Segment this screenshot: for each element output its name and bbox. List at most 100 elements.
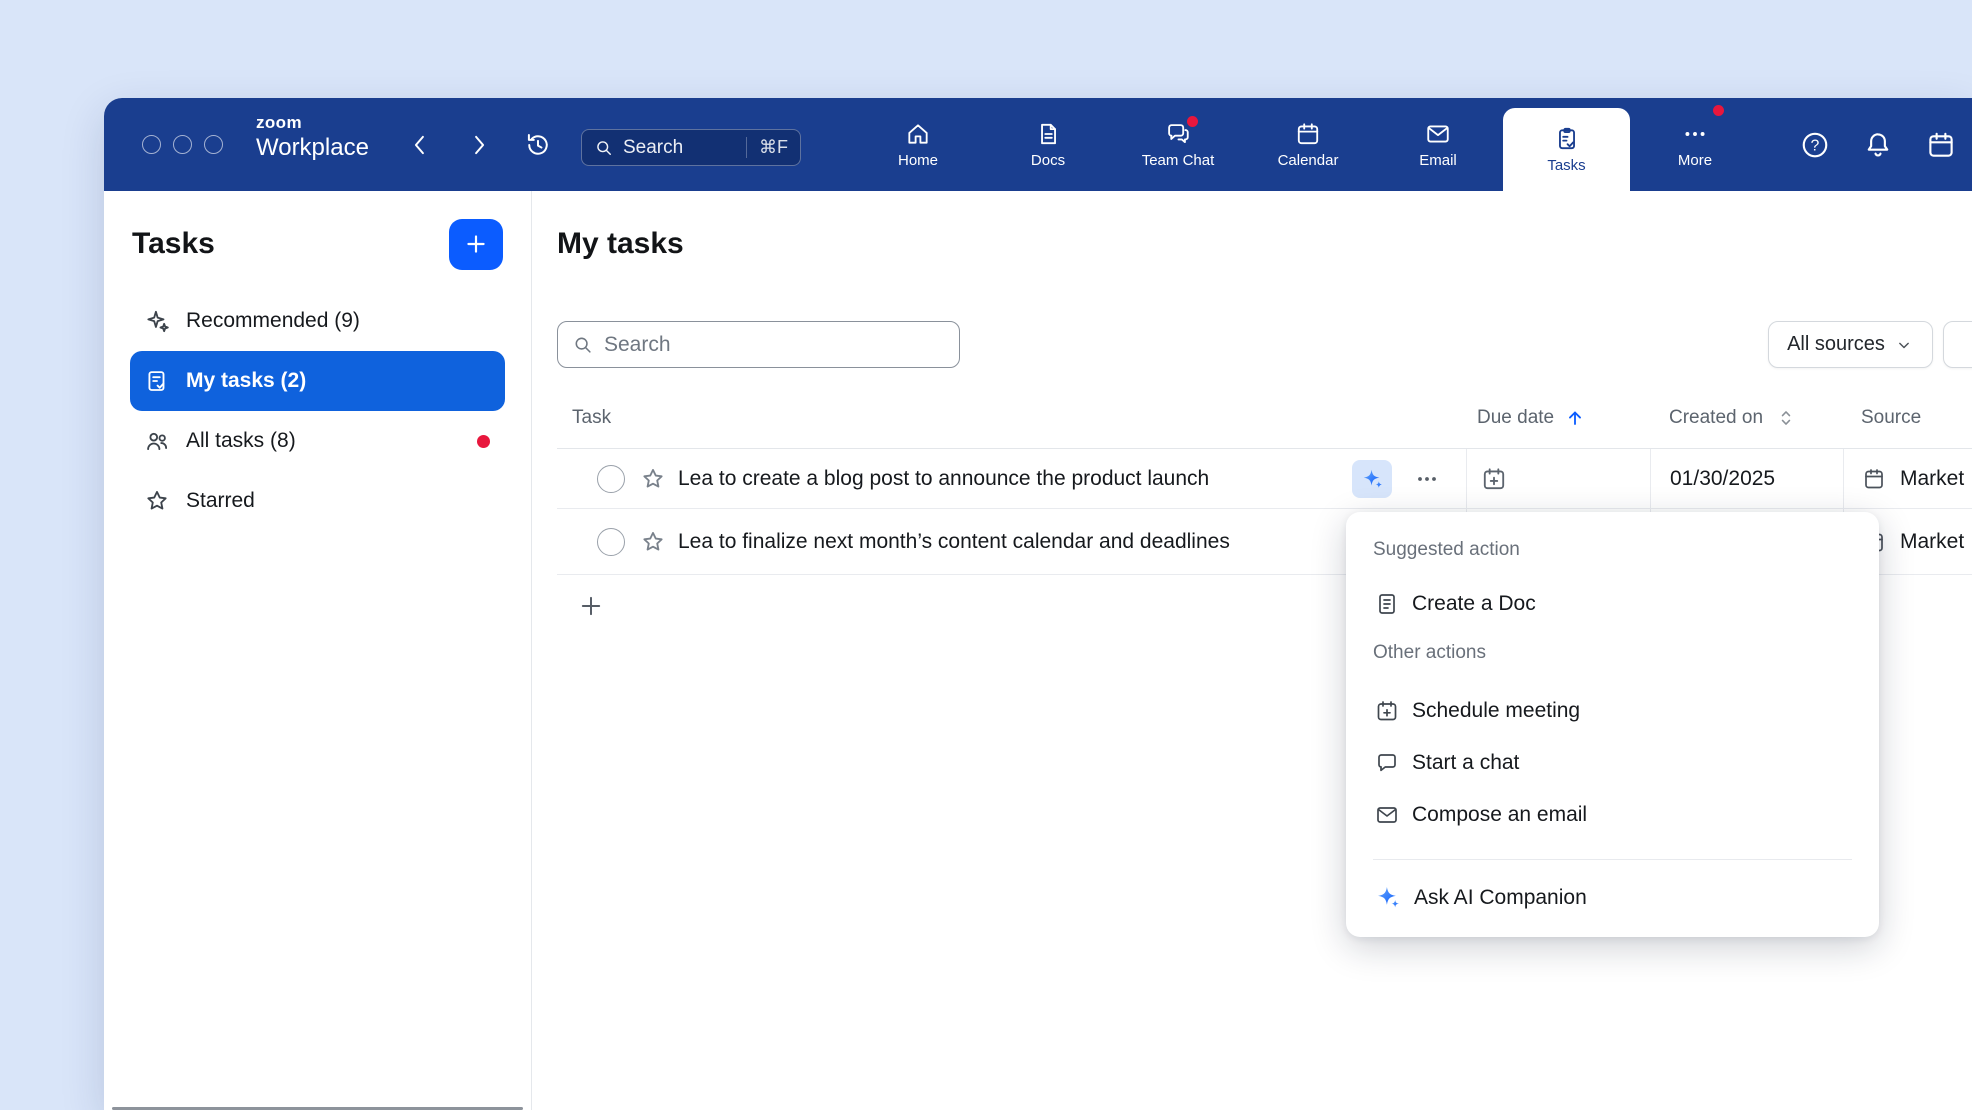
sidebar-item-label: Recommended (9) <box>186 309 360 333</box>
star-icon[interactable] <box>640 466 666 492</box>
row-more-actions-button[interactable] <box>1407 460 1447 498</box>
team-chat-badge <box>1187 116 1198 127</box>
star-icon <box>144 488 170 514</box>
sort-toggle-icon[interactable] <box>1775 407 1797 429</box>
calendar-quick-button[interactable] <box>1926 130 1956 160</box>
column-header-task[interactable]: Task <box>557 407 1466 429</box>
doc-icon <box>1375 592 1399 616</box>
calendar-icon <box>1295 121 1321 147</box>
logo-workplace-text: Workplace <box>256 136 369 160</box>
global-search[interactable]: Search ⌘F <box>581 129 801 166</box>
due-date-cell[interactable] <box>1466 449 1650 508</box>
history-button[interactable] <box>524 131 552 159</box>
column-header-due-date[interactable]: Due date <box>1466 407 1650 429</box>
task-title: Lea to finalize next month’s content cal… <box>678 530 1230 554</box>
ellipsis-icon <box>1415 467 1439 491</box>
window-close-button[interactable] <box>142 135 161 154</box>
calendar-plus-icon <box>1375 699 1399 723</box>
tasks-icon <box>1554 126 1580 152</box>
window-maximize-button[interactable] <box>204 135 223 154</box>
sidebar-item-starred[interactable]: Starred <box>130 471 505 531</box>
source-name: Market <box>1900 530 1964 554</box>
star-icon[interactable] <box>640 529 666 555</box>
column-header-source[interactable]: Source <box>1843 407 1972 429</box>
topbar-actions: ? <box>1800 98 1956 191</box>
notifications-bell-button[interactable] <box>1863 130 1893 160</box>
menu-item-start-chat[interactable]: Start a chat <box>1373 737 1852 789</box>
tab-home[interactable]: Home <box>853 98 983 191</box>
forward-button[interactable] <box>465 131 493 159</box>
clipped-filter-button[interactable] <box>1943 321 1972 368</box>
menu-item-label: Ask AI Companion <box>1414 886 1587 910</box>
chevron-down-icon <box>1894 335 1914 355</box>
task-search-input[interactable] <box>604 333 945 357</box>
plus-icon <box>463 231 489 257</box>
sources-filter-dropdown[interactable]: All sources <box>1768 321 1933 368</box>
help-button[interactable]: ? <box>1800 130 1830 160</box>
tab-docs[interactable]: Docs <box>983 98 1113 191</box>
page-title: My tasks <box>557 227 684 261</box>
sidebar-item-label: My tasks (2) <box>186 369 306 393</box>
menu-item-label: Compose an email <box>1412 803 1587 827</box>
sidebar-item-all-tasks[interactable]: All tasks (8) <box>130 411 505 471</box>
sidebar-title: Tasks <box>132 227 215 261</box>
sidebar-item-recommended[interactable]: Recommended (9) <box>130 291 505 351</box>
history-icon <box>524 131 552 159</box>
sparkle-icon <box>144 308 170 334</box>
window-minimize-button[interactable] <box>173 135 192 154</box>
task-cell: Lea to finalize next month’s content cal… <box>557 509 1466 574</box>
menu-section-label: Other actions <box>1373 639 1852 667</box>
docs-icon <box>1035 121 1061 147</box>
home-icon <box>905 121 931 147</box>
tab-more[interactable]: More <box>1630 98 1760 191</box>
sidebar-item-label: Starred <box>186 489 255 513</box>
tab-calendar-label: Calendar <box>1278 153 1339 168</box>
people-icon <box>144 428 170 454</box>
tasks-badge <box>1713 105 1724 116</box>
task-complete-radio[interactable] <box>597 528 625 556</box>
window-controls <box>142 98 223 191</box>
top-navigation-bar: zoom Workplace Search ⌘F <box>104 98 1972 191</box>
envelope-icon <box>1375 803 1399 827</box>
tab-docs-label: Docs <box>1031 153 1065 168</box>
chat-bubble-icon <box>1375 751 1399 775</box>
menu-item-create-doc[interactable]: Create a Doc <box>1373 578 1852 630</box>
table-header-row: Task Due date Created on Source <box>557 388 1972 449</box>
tab-tasks[interactable]: Tasks <box>1503 108 1630 191</box>
tasks-sidebar: Tasks Recommended (9) <box>104 191 532 1110</box>
menu-item-schedule-meeting[interactable]: Schedule meeting <box>1373 685 1852 737</box>
tab-calendar[interactable]: Calendar <box>1243 98 1373 191</box>
back-button[interactable] <box>406 131 434 159</box>
svg-text:?: ? <box>1811 137 1820 154</box>
column-header-created-on[interactable]: Created on <box>1650 407 1843 429</box>
sidebar-header: Tasks <box>132 218 503 270</box>
task-row-1[interactable]: Lea to create a blog post to announce th… <box>557 449 1972 509</box>
tab-team-chat[interactable]: Team Chat <box>1113 98 1243 191</box>
menu-item-ask-ai-companion[interactable]: Ask AI Companion <box>1373 872 1852 924</box>
sort-ascending-icon[interactable] <box>1564 407 1586 429</box>
source-name: Market <box>1900 467 1964 491</box>
search-icon <box>572 334 594 356</box>
team-chat-icon <box>1165 121 1191 147</box>
source-icon <box>1862 467 1886 491</box>
ai-companion-icon <box>1375 885 1401 911</box>
tab-email[interactable]: Email <box>1373 98 1503 191</box>
sidebar-item-my-tasks[interactable]: My tasks (2) <box>130 351 505 411</box>
source-cell: Market <box>1843 449 1972 508</box>
sidebar-menu: Recommended (9) My tasks (2) <box>130 291 505 531</box>
add-due-date-icon[interactable] <box>1481 466 1507 492</box>
ai-companion-action-button[interactable] <box>1352 460 1392 498</box>
task-cell: Lea to create a blog post to announce th… <box>557 449 1466 508</box>
more-icon <box>1682 121 1708 147</box>
created-date: 01/30/2025 <box>1670 467 1775 491</box>
logo-zoom-text: zoom <box>256 114 369 131</box>
task-complete-radio[interactable] <box>597 465 625 493</box>
menu-divider <box>1373 859 1852 860</box>
menu-item-compose-email[interactable]: Compose an email <box>1373 789 1852 841</box>
new-task-button[interactable] <box>449 219 503 270</box>
chevron-right-icon <box>465 131 493 159</box>
add-task-plus-icon[interactable] <box>577 592 605 620</box>
search-icon <box>594 138 614 158</box>
task-search[interactable] <box>557 321 960 368</box>
created-on-cell: 01/30/2025 <box>1650 449 1843 508</box>
